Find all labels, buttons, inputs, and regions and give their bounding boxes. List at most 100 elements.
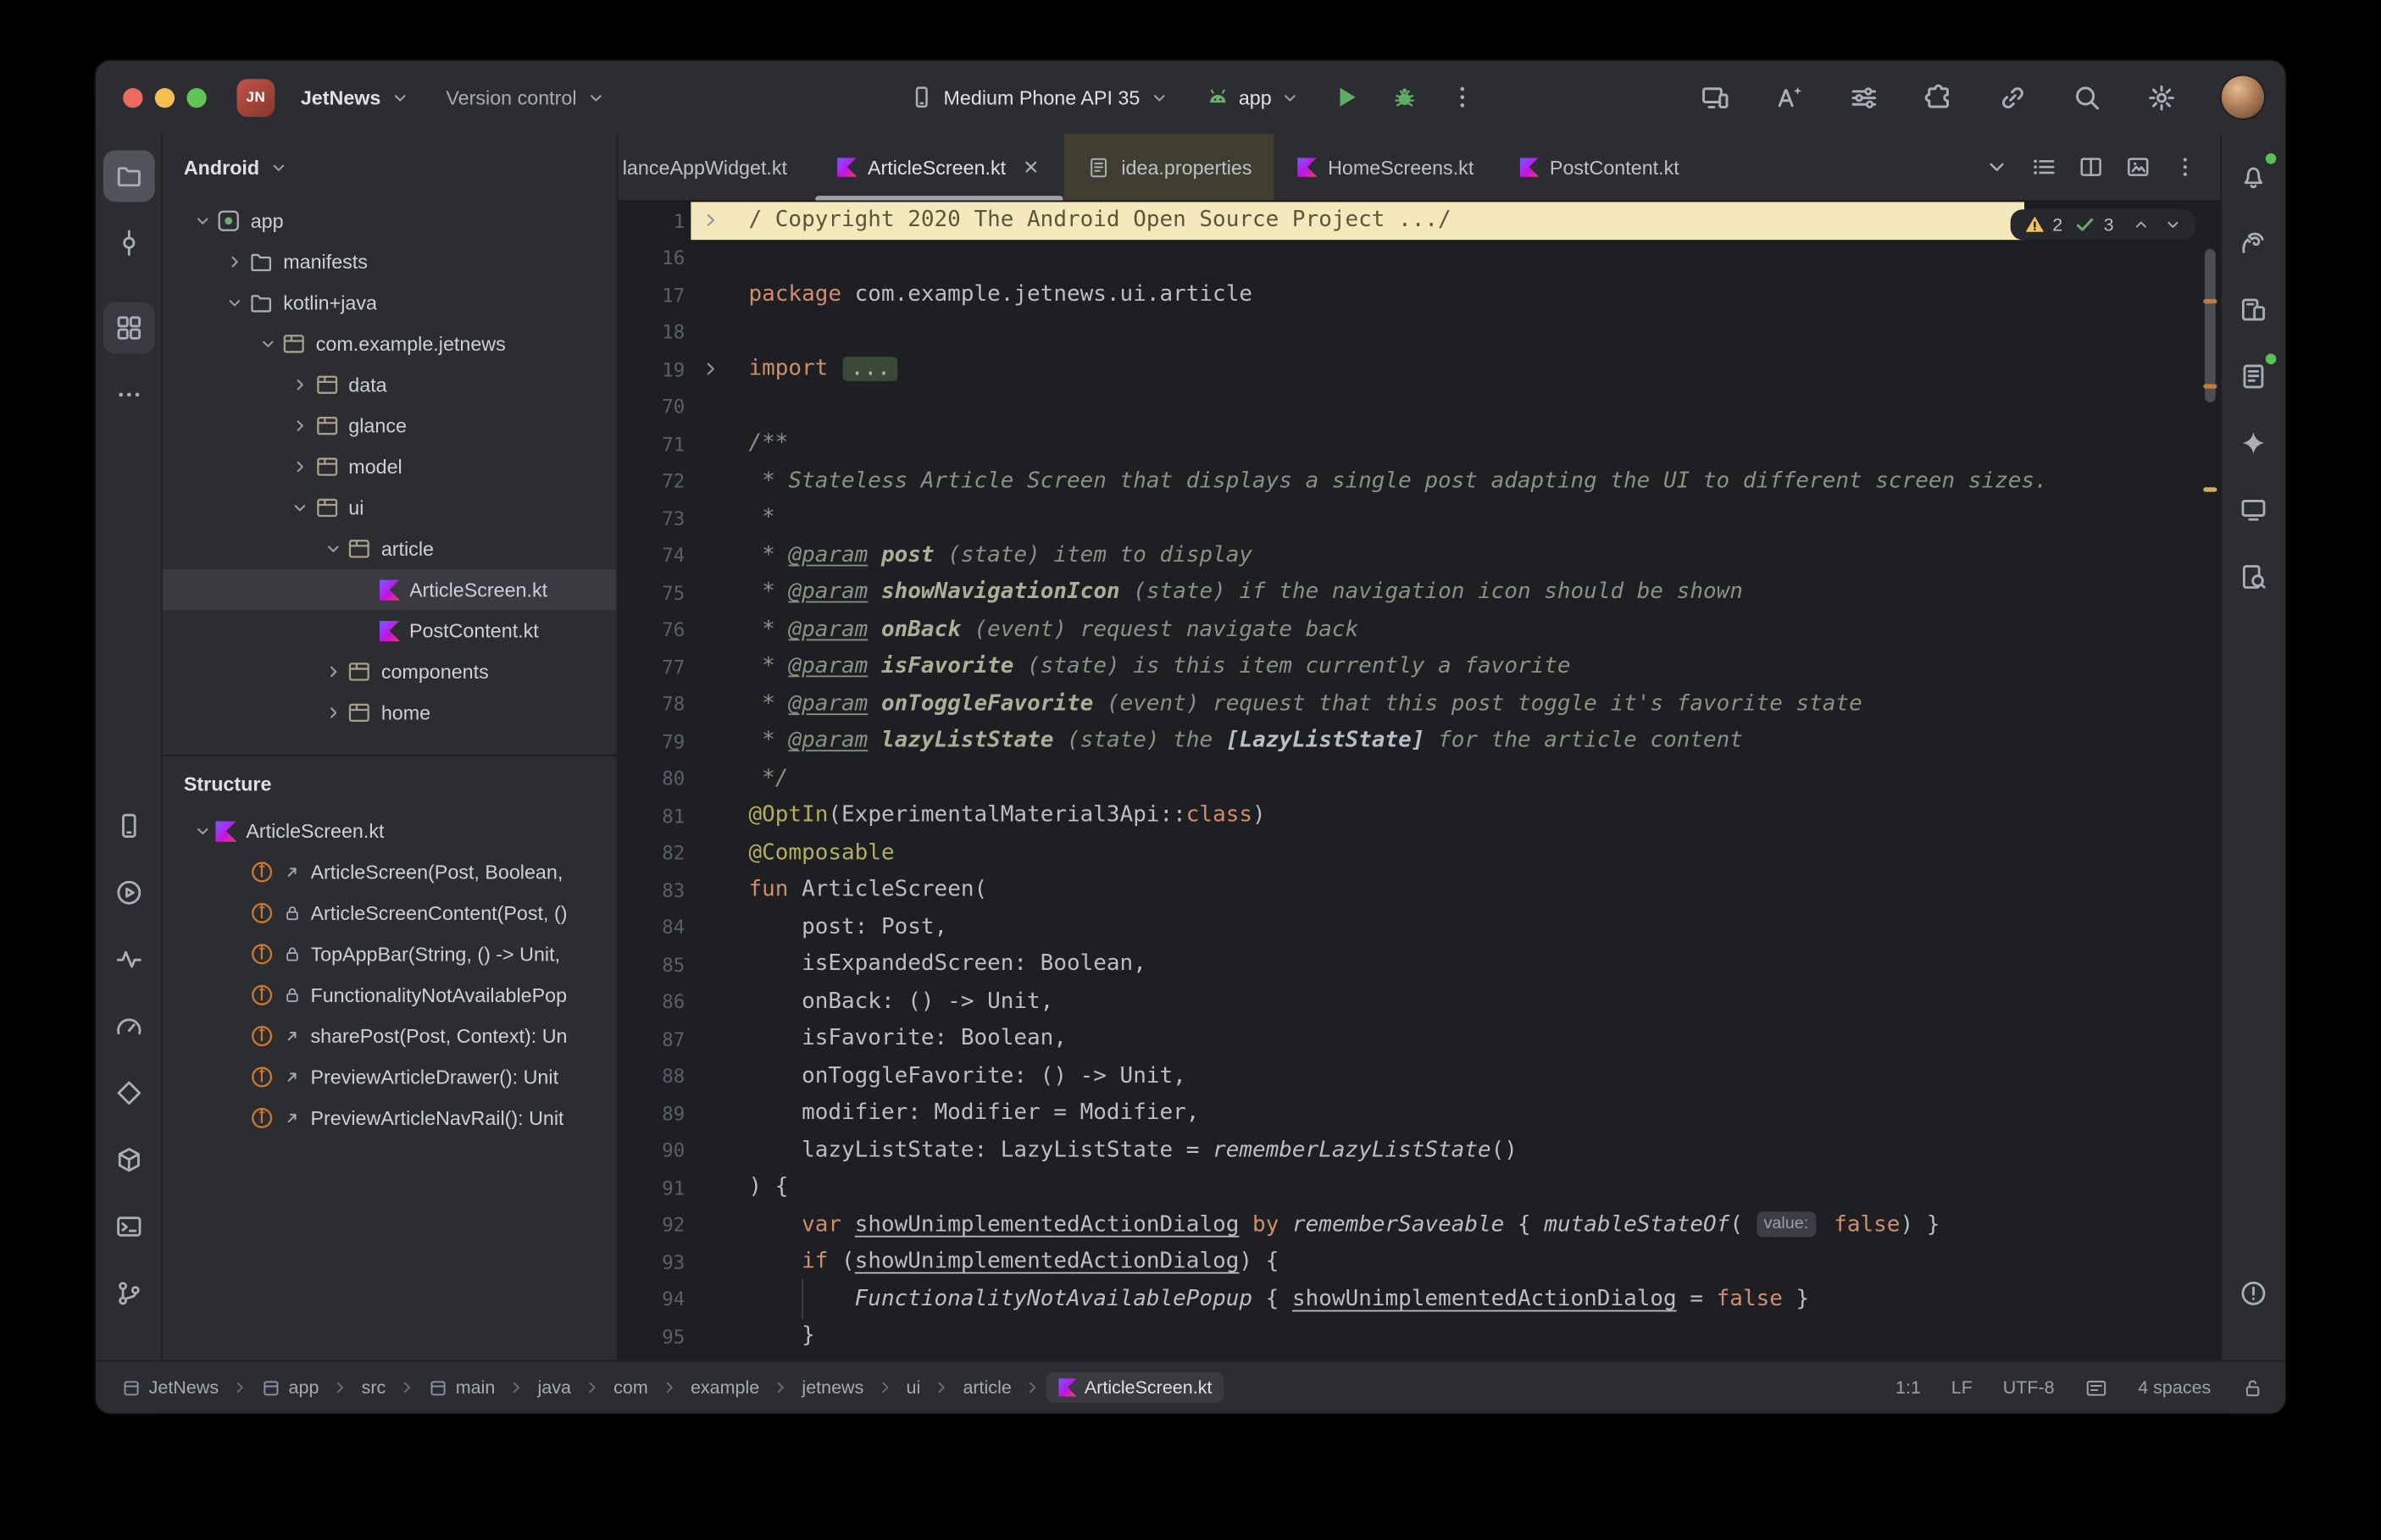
code-line-86[interactable]: 86 onBack: () -> Unit, bbox=[618, 983, 2220, 1020]
line-number[interactable]: 78 bbox=[618, 693, 691, 716]
logcat-pulse-button[interactable] bbox=[103, 933, 154, 985]
resource-grid-button[interactable] bbox=[102, 302, 154, 354]
code-line-89[interactable]: 89 modifier: Modifier = Modifier, bbox=[618, 1094, 2220, 1132]
structure-item-articlescreencontent-post[interactable]: f ArticleScreenContent(Post, () bbox=[163, 893, 617, 933]
line-number[interactable]: 94 bbox=[618, 1288, 691, 1310]
structure-item-previewarticledrawer-unit[interactable]: f PreviewArticleDrawer(): Unit bbox=[163, 1056, 617, 1097]
line-number[interactable]: 18 bbox=[618, 321, 691, 344]
code-line-90[interactable]: 90 lazyListState: LazyListState = rememb… bbox=[618, 1132, 2220, 1169]
app-inspection-button[interactable] bbox=[2228, 551, 2279, 603]
code-line-70[interactable]: 70 bbox=[618, 388, 2220, 425]
project-tree-item-data[interactable]: data bbox=[163, 364, 617, 405]
vcs-widget[interactable]: Version control bbox=[436, 78, 616, 116]
breadcrumb-article[interactable]: article bbox=[955, 1372, 1018, 1403]
tree-chevron-down-icon[interactable] bbox=[253, 330, 280, 357]
breadcrumb-com[interactable]: com bbox=[606, 1372, 656, 1403]
breadcrumb-jetnews[interactable]: JetNews bbox=[114, 1372, 226, 1403]
project-tree-item-manifests[interactable]: manifests bbox=[163, 241, 617, 282]
line-number[interactable]: 73 bbox=[618, 507, 691, 529]
warning-stripe-mark[interactable] bbox=[2203, 299, 2217, 304]
project-tree-item-kotlin-java[interactable]: kotlin+java bbox=[163, 282, 617, 323]
code-line-1[interactable]: 1 / Copyright 2020 The Android Open Sourc… bbox=[618, 202, 2221, 240]
code-line-84[interactable]: 84 post: Post, bbox=[618, 909, 2220, 946]
breadcrumb-main[interactable]: main bbox=[420, 1372, 502, 1403]
code-line-85[interactable]: 85 isExpandedScreen: Boolean, bbox=[618, 945, 2220, 983]
problems-button[interactable] bbox=[2228, 1267, 2279, 1319]
code-line-17[interactable]: 17 package com.example.jetnews.ui.article bbox=[618, 276, 2220, 313]
line-number[interactable]: 77 bbox=[618, 656, 691, 679]
code-line-93[interactable]: 93 if (showUnimplementedActionDialog) { bbox=[618, 1244, 2220, 1281]
code-line-76[interactable]: 76 * @param onBack (event) request navig… bbox=[618, 611, 2220, 648]
share-link-button[interactable] bbox=[1990, 76, 2033, 119]
code-editor[interactable]: 1 / Copyright 2020 The Android Open Sourc… bbox=[618, 202, 2221, 1360]
tree-chevron-right-icon[interactable] bbox=[319, 699, 346, 726]
code-line-71[interactable]: 71 /** bbox=[618, 425, 2220, 463]
fold-region-chevron-icon[interactable] bbox=[691, 202, 730, 240]
line-number[interactable]: 79 bbox=[618, 730, 691, 753]
project-tree-item-home[interactable]: home bbox=[163, 692, 617, 733]
emulator-box-button[interactable] bbox=[103, 1134, 154, 1186]
code-line-18[interactable]: 18 bbox=[618, 313, 2220, 351]
code-line-95[interactable]: 95 } bbox=[618, 1318, 2220, 1355]
line-number[interactable]: 82 bbox=[618, 841, 691, 864]
minimize-window-button[interactable] bbox=[154, 87, 175, 108]
ai-translate-button[interactable] bbox=[1768, 76, 1810, 119]
terminal-button[interactable] bbox=[103, 1201, 154, 1253]
code-line-82[interactable]: 82 @Composable bbox=[618, 834, 2220, 872]
project-selector[interactable]: JetNews bbox=[290, 78, 420, 116]
tree-chevron-right-icon[interactable] bbox=[286, 453, 314, 480]
line-number[interactable]: 93 bbox=[618, 1250, 691, 1273]
device-manager-button[interactable] bbox=[103, 800, 154, 851]
tree-chevron-down-icon[interactable] bbox=[188, 817, 215, 845]
project-tree-item-postcontent-kt[interactable]: PostContent.kt bbox=[163, 610, 617, 651]
tree-chevron-down-icon[interactable] bbox=[188, 208, 215, 235]
line-number[interactable]: 85 bbox=[618, 953, 691, 976]
code-line-16[interactable]: 16 bbox=[618, 239, 2220, 276]
line-number[interactable]: 19 bbox=[618, 357, 691, 380]
code-line-94[interactable]: 94 FunctionalityNotAvailablePopup { show… bbox=[618, 1281, 2220, 1318]
code-line-73[interactable]: 73 * bbox=[618, 500, 2220, 537]
breadcrumb-src[interactable]: src bbox=[354, 1372, 394, 1403]
search-button[interactable] bbox=[2065, 76, 2107, 119]
project-tree-item-app[interactable]: app bbox=[163, 201, 617, 241]
caret-position[interactable]: 1:1 bbox=[1895, 1377, 1921, 1398]
warning-stripe-mark[interactable] bbox=[2203, 384, 2217, 389]
unlock-icon[interactable] bbox=[2241, 1377, 2264, 1399]
project-tree-item-articlescreen-kt[interactable]: ArticleScreen.kt bbox=[162, 569, 617, 611]
structure-item-articlescreen-post-boolean[interactable]: f ArticleScreen(Post, Boolean, bbox=[163, 851, 617, 892]
line-number[interactable]: 84 bbox=[618, 916, 691, 939]
line-number[interactable]: 71 bbox=[618, 432, 691, 455]
plugins-button[interactable] bbox=[1917, 76, 1959, 119]
code-line-79[interactable]: 79 * @param lazyListState (state) the [L… bbox=[618, 723, 2220, 760]
breadcrumb-java[interactable]: java bbox=[530, 1372, 579, 1403]
line-number[interactable]: 83 bbox=[618, 878, 691, 901]
code-line-92[interactable]: 92 var showUnimplementedActionDialog by … bbox=[618, 1206, 2220, 1244]
tab-homescreens-kt[interactable]: HomeScreens.kt bbox=[1274, 134, 1496, 201]
run-configuration-selector[interactable]: app bbox=[1195, 77, 1311, 117]
code-line-74[interactable]: 74 * @param post (state) item to display bbox=[618, 537, 2220, 574]
line-number[interactable]: 74 bbox=[618, 544, 691, 567]
code-line-88[interactable]: 88 onToggleFavorite: () -> Unit, bbox=[618, 1057, 2220, 1094]
line-number[interactable]: 86 bbox=[618, 990, 691, 1013]
running-devices-button[interactable] bbox=[2228, 485, 2279, 536]
debug-button[interactable] bbox=[1384, 76, 1426, 119]
device-selector[interactable]: Medium Phone API 35 bbox=[900, 77, 1179, 117]
line-number[interactable]: 88 bbox=[618, 1065, 691, 1088]
tab-lanceappwidget-kt[interactable]: lanceAppWidget.kt bbox=[618, 134, 814, 201]
tree-chevron-down-icon[interactable] bbox=[221, 289, 248, 316]
code-line-83[interactable]: 83 fun ArticleScreen( bbox=[618, 872, 2220, 909]
gemini-spark-button[interactable] bbox=[2228, 418, 2279, 469]
line-number[interactable]: 90 bbox=[618, 1139, 691, 1162]
structure-item-previewarticlenavrail-unit[interactable]: f PreviewArticleNavRail(): Unit bbox=[163, 1098, 617, 1138]
split-editor-button[interactable] bbox=[2079, 155, 2103, 180]
breadcrumb-jetnews[interactable]: jetnews bbox=[794, 1372, 871, 1403]
project-view-selector[interactable]: Android bbox=[163, 134, 617, 201]
editor-list-button[interactable] bbox=[2032, 155, 2056, 180]
run-play-button[interactable] bbox=[103, 867, 154, 918]
reader-mode-icon[interactable] bbox=[2084, 1377, 2107, 1399]
settings-sliders-button[interactable] bbox=[1842, 76, 1884, 119]
next-issue-chevron-icon[interactable] bbox=[2164, 215, 2183, 234]
gradle-elephant-button[interactable] bbox=[2228, 217, 2279, 269]
project-folder-button[interactable] bbox=[102, 150, 154, 202]
notifications-bell-button[interactable] bbox=[2228, 150, 2279, 202]
